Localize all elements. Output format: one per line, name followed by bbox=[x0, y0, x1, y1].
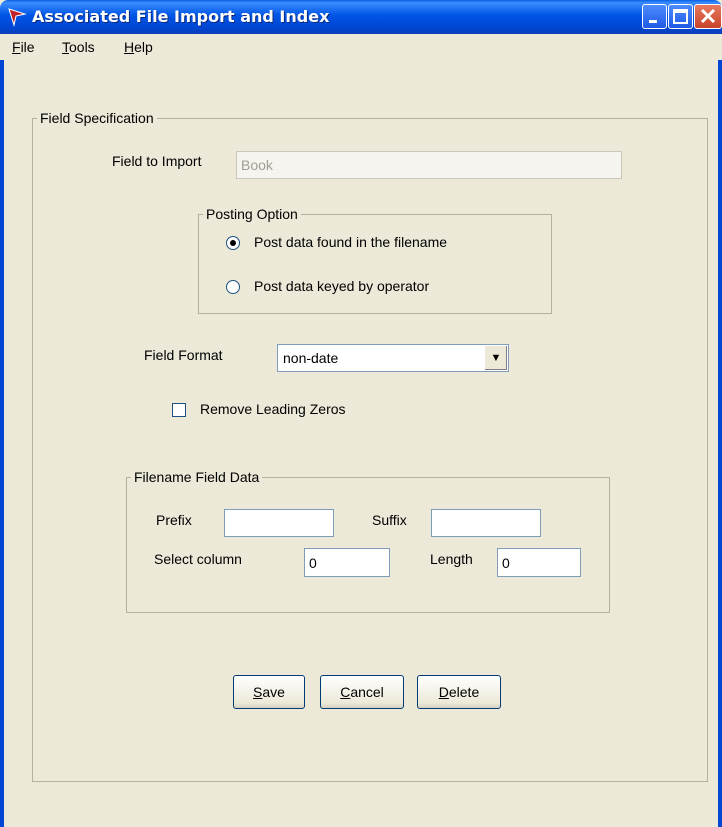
suffix-label: Suffix bbox=[372, 512, 407, 528]
remove-leading-zeros-label[interactable]: Remove Leading Zeros bbox=[200, 401, 346, 417]
radio-selected-dot bbox=[230, 240, 236, 246]
prefix-input[interactable] bbox=[224, 509, 334, 537]
posting-option-group: Posting Option bbox=[198, 206, 552, 314]
select-column-label: Select column bbox=[154, 551, 242, 567]
post-from-filename-radio[interactable] bbox=[226, 236, 240, 250]
post-keyed-by-operator-radio[interactable] bbox=[226, 280, 240, 294]
posting-option-legend: Posting Option bbox=[206, 206, 298, 222]
cancel-button[interactable]: Cancel bbox=[320, 675, 404, 709]
menu-bar: File Tools Help bbox=[0, 34, 722, 60]
menu-help[interactable]: Help bbox=[124, 39, 153, 55]
remove-leading-zeros-checkbox[interactable] bbox=[172, 403, 186, 417]
close-button[interactable] bbox=[694, 4, 722, 29]
chevron-down-icon[interactable]: ▼ bbox=[484, 346, 507, 370]
post-from-filename-label[interactable]: Post data found in the filename bbox=[254, 234, 447, 250]
menu-file[interactable]: File bbox=[12, 39, 35, 55]
maximize-button[interactable] bbox=[668, 4, 693, 29]
field-format-value: non-date bbox=[283, 350, 339, 366]
field-specification-legend: Field Specification bbox=[40, 110, 154, 126]
field-to-import-label: Field to Import bbox=[112, 153, 202, 169]
minimize-icon bbox=[649, 20, 657, 23]
field-to-import-input[interactable] bbox=[236, 151, 622, 179]
filename-field-data-group: Filename Field Data bbox=[126, 469, 610, 613]
maximize-icon bbox=[673, 9, 688, 24]
window-frame-right bbox=[718, 34, 722, 827]
post-keyed-by-operator-label[interactable]: Post data keyed by operator bbox=[254, 278, 429, 294]
length-input[interactable] bbox=[497, 548, 581, 577]
field-format-label: Field Format bbox=[144, 347, 223, 363]
window-title: Associated File Import and Index bbox=[32, 7, 330, 26]
suffix-input[interactable] bbox=[431, 509, 541, 537]
field-format-select[interactable]: non-date ▼ bbox=[277, 344, 509, 372]
menu-tools[interactable]: Tools bbox=[62, 39, 95, 55]
length-label: Length bbox=[430, 551, 473, 567]
close-icon bbox=[700, 8, 716, 24]
window-frame-left bbox=[0, 34, 4, 827]
app-icon bbox=[8, 8, 27, 27]
minimize-button[interactable] bbox=[642, 4, 667, 29]
save-button[interactable]: Save bbox=[233, 675, 305, 709]
delete-button[interactable]: Delete bbox=[417, 675, 501, 709]
select-column-input[interactable] bbox=[304, 548, 390, 577]
prefix-label: Prefix bbox=[156, 512, 192, 528]
title-bar[interactable]: Associated File Import and Index bbox=[0, 0, 722, 34]
filename-field-data-legend: Filename Field Data bbox=[134, 469, 260, 485]
